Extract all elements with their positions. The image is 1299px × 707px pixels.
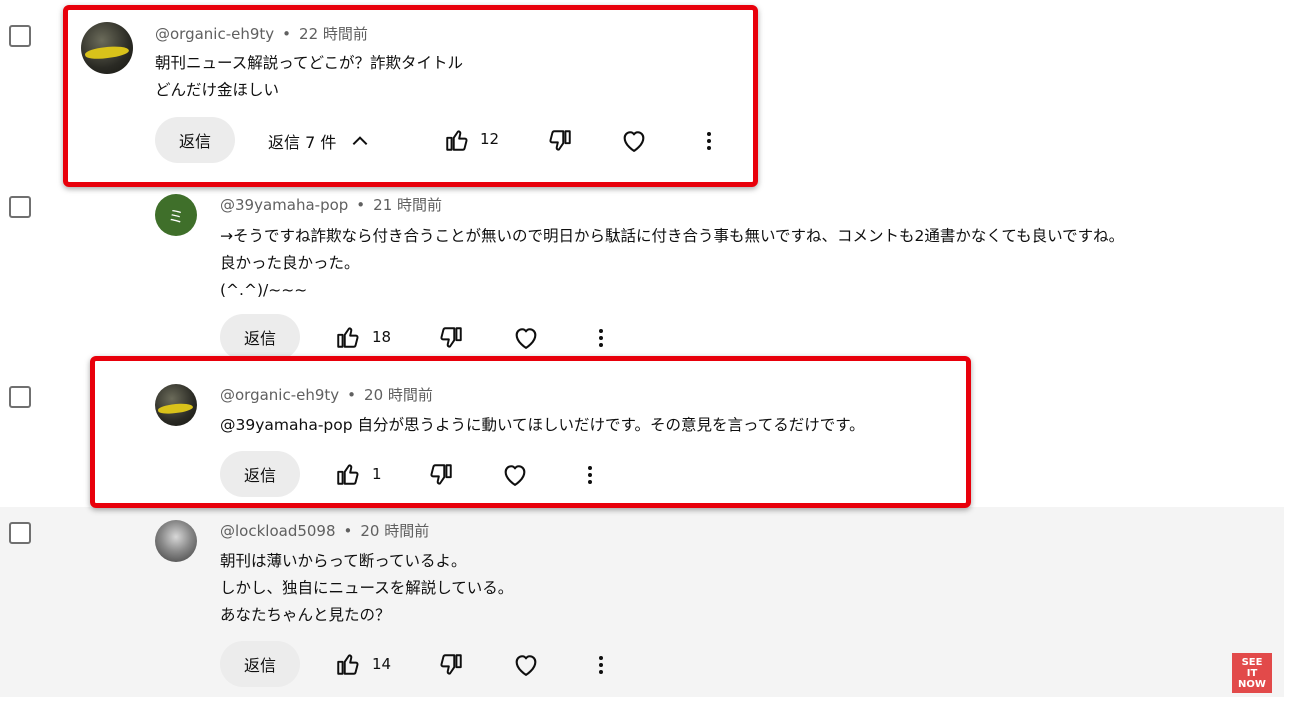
comment-time[interactable]: 20 時間前 xyxy=(360,522,429,540)
comment-line: →そうですね詐欺なら付き合うことが無いので明日から駄話に付き合う事も無いですね、… xyxy=(220,227,1125,245)
separator-dot: • xyxy=(343,522,353,540)
dislike-button[interactable] xyxy=(436,323,466,353)
more-actions-button[interactable] xyxy=(586,323,616,353)
comment-line: 朝刊は薄いからって断っているよ。 xyxy=(220,552,467,570)
heart-button[interactable] xyxy=(511,323,541,353)
more-actions-button[interactable] xyxy=(586,650,616,680)
more-vert-icon xyxy=(589,653,613,677)
thumbs-down-icon xyxy=(438,652,464,678)
more-vert-icon xyxy=(589,326,613,350)
comment-line: (^.^)/~~~ xyxy=(220,281,308,299)
highlight-box-reply-comment xyxy=(90,356,971,508)
comment-reply-1: ミ @39yamaha-pop • 21 時間前 →そうですね詐欺なら付き合うことが… xyxy=(0,185,1284,365)
comment-text: 朝刊は薄いからって断っているよ。 しかし、独自にニュースを解説している。 あなた… xyxy=(220,548,513,629)
see-it-now-badge: SEE IT NOW xyxy=(1232,653,1272,693)
comment-time[interactable]: 21 時間前 xyxy=(373,196,442,214)
comment-reply-3: @lockload5098 • 20 時間前 朝刊は薄いからって断っているよ。 しか… xyxy=(0,507,1284,697)
avatar[interactable] xyxy=(155,520,197,562)
reply-button[interactable]: 返信 xyxy=(220,314,300,360)
heart-button[interactable] xyxy=(511,650,541,680)
thumbs-up-icon xyxy=(335,651,361,677)
avatar-letter: ミ xyxy=(167,207,184,226)
select-checkbox[interactable] xyxy=(9,386,31,408)
heart-icon xyxy=(512,651,540,679)
select-checkbox[interactable] xyxy=(9,196,31,218)
comment-line: あなたちゃんと見たの？ xyxy=(220,606,391,624)
like-count: 14 xyxy=(372,655,392,673)
avatar[interactable]: ミ xyxy=(155,194,197,236)
reply-button[interactable]: 返信 xyxy=(220,641,300,687)
badge-line: SEE xyxy=(1241,656,1263,668)
comment-text: →そうですね詐欺なら付き合うことが無いので明日から駄話に付き合う事も無いですね、… xyxy=(220,223,1124,304)
highlight-box-first-comment xyxy=(63,5,758,187)
comment-meta: @lockload5098 • 20 時間前 xyxy=(220,520,429,541)
separator-dot: • xyxy=(356,196,366,214)
author-handle[interactable]: @lockload5098 xyxy=(220,522,336,540)
like-count: 18 xyxy=(372,328,392,346)
badge-line: NOW xyxy=(1238,678,1266,690)
comment-meta: @39yamaha-pop • 21 時間前 xyxy=(220,194,442,215)
comment-line: しかし、独自にニュースを解説している。 xyxy=(220,579,514,597)
author-handle[interactable]: @39yamaha-pop xyxy=(220,196,348,214)
thumbs-up-icon xyxy=(335,324,361,350)
heart-icon xyxy=(512,324,540,352)
dislike-button[interactable] xyxy=(436,650,466,680)
like-button[interactable] xyxy=(333,322,363,352)
like-button[interactable] xyxy=(333,649,363,679)
select-checkbox[interactable] xyxy=(9,522,31,544)
comment-line: 良かった良かった。 xyxy=(220,254,360,272)
thumbs-down-icon xyxy=(438,325,464,351)
select-checkbox[interactable] xyxy=(9,25,31,47)
badge-line: IT xyxy=(1246,667,1258,679)
